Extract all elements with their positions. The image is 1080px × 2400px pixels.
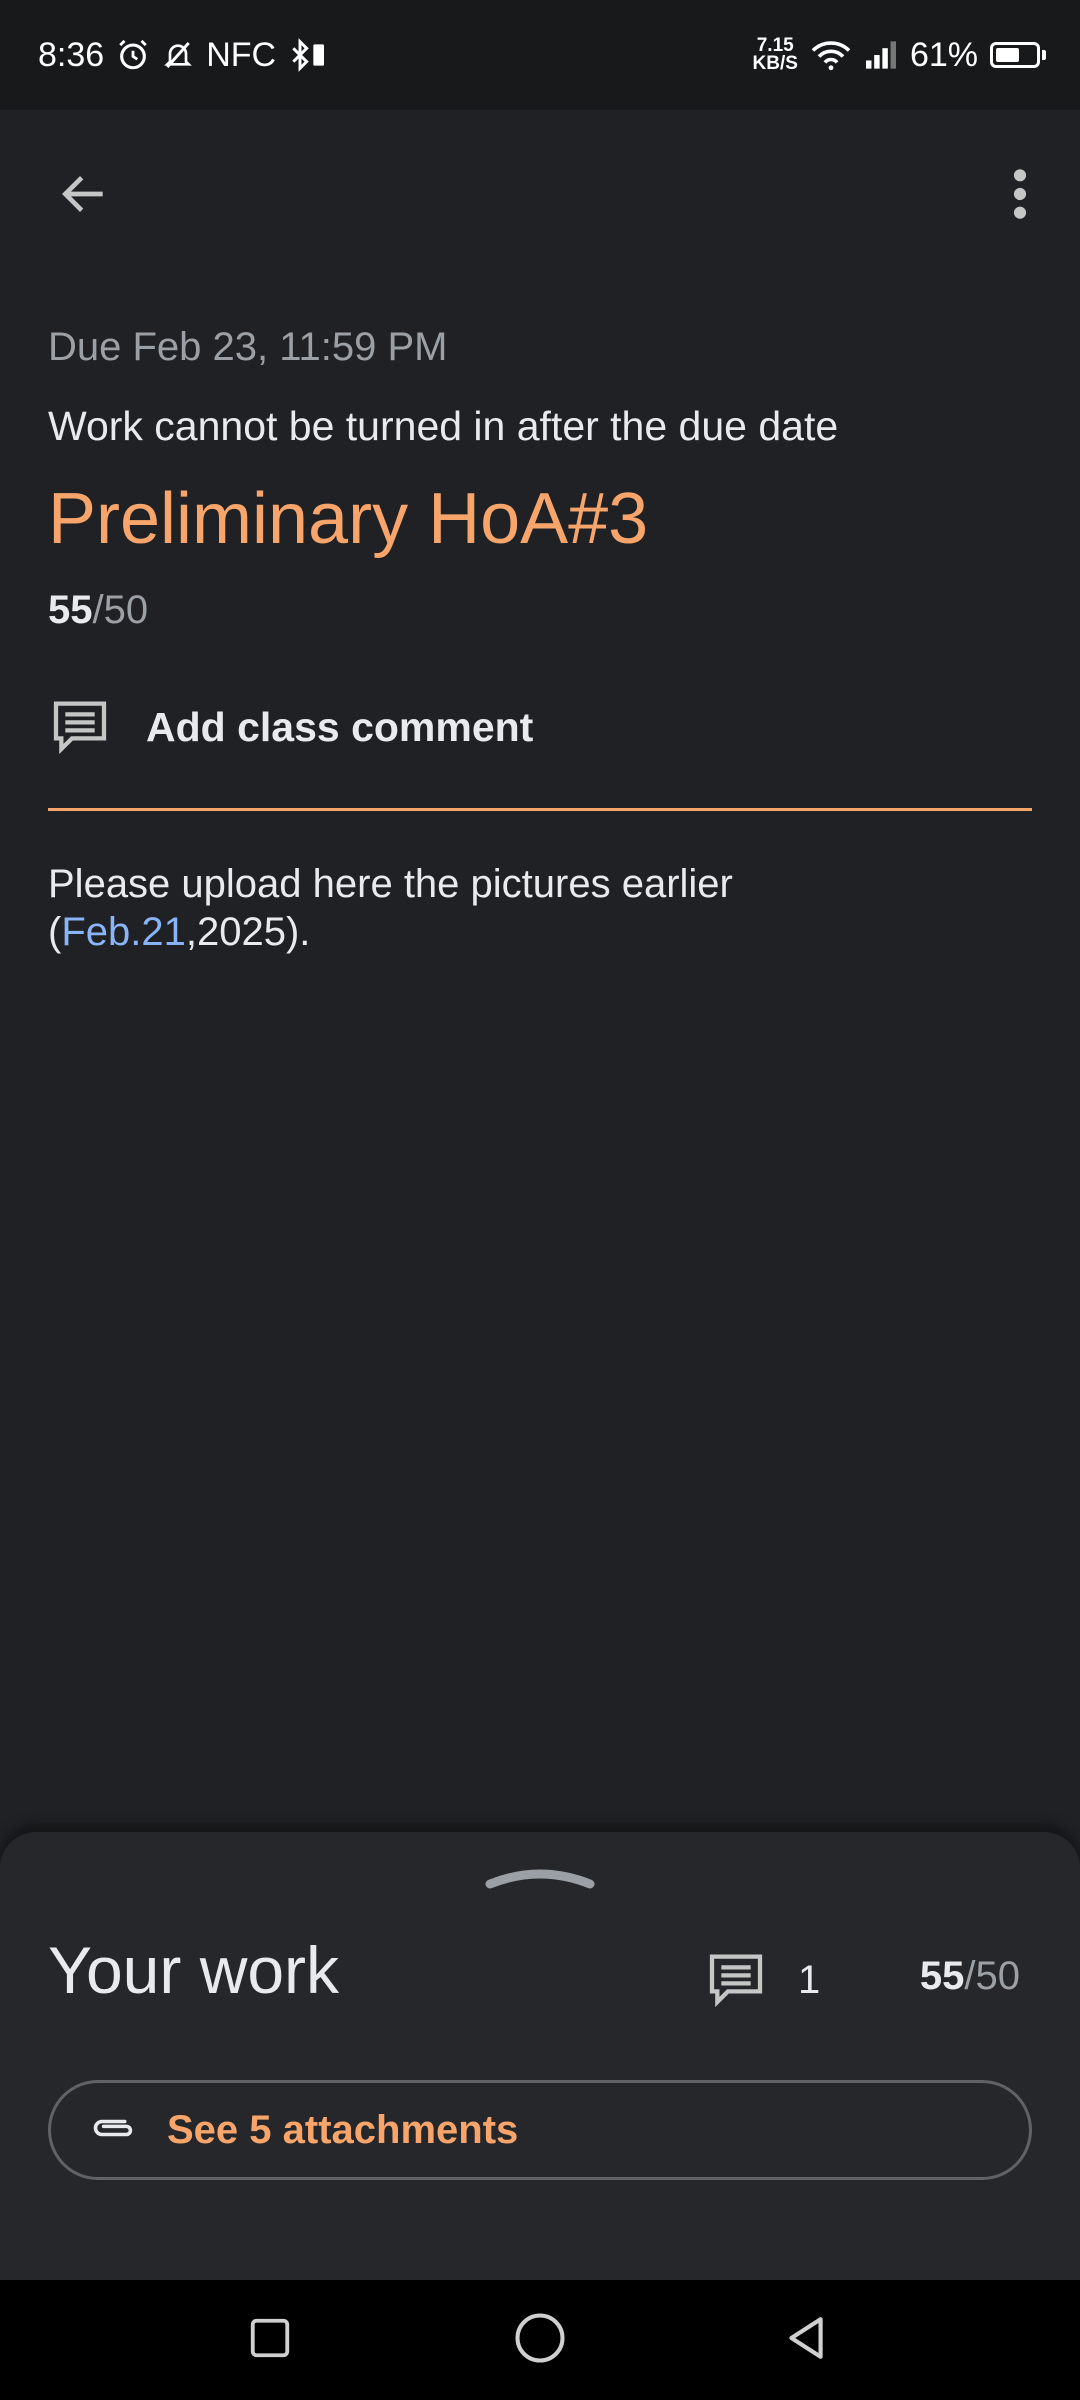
assignment-description: Please upload here the pictures earlier … [48, 860, 1008, 956]
bluetooth-icon [288, 38, 328, 72]
description-open: ( [48, 910, 62, 954]
status-bar-right: 7.15 KB/S 61% [753, 30, 1046, 80]
add-class-comment-button[interactable]: Add class comment [48, 690, 533, 764]
comment-count: 1 [798, 1957, 821, 2002]
back-arrow-icon [56, 166, 112, 227]
home-button[interactable] [510, 2310, 570, 2370]
your-work-title: Your work [48, 1933, 340, 2007]
points-total: /50 [92, 588, 149, 632]
battery-fill [996, 48, 1019, 62]
status-time: 8:36 [38, 35, 105, 74]
late-notice: Work cannot be turned in after the due d… [48, 403, 839, 449]
alarm-icon [116, 38, 150, 72]
status-bar: 8:36 NFC 7.15 KB/S 61% [0, 0, 1080, 110]
description-line1: Please upload here the pictures earlier [48, 862, 733, 906]
status-bar-left: 8:36 NFC [38, 30, 328, 80]
battery-percent: 61% [909, 35, 978, 74]
net-speed: 7.15 KB/S [752, 36, 798, 74]
attachment-icon [89, 2111, 141, 2150]
see-attachments-button[interactable]: See 5 attachments [48, 2080, 1032, 2180]
description-date-link[interactable]: Feb.21 [61, 910, 186, 954]
signal-icon [864, 40, 898, 70]
recents-button[interactable] [240, 2310, 300, 2370]
private-comments[interactable]: 1 [704, 1948, 820, 2012]
assignment-title: Preliminary HoA#3 [48, 479, 649, 559]
mute-icon [162, 38, 194, 72]
expand-handle-icon[interactable] [482, 1862, 598, 1892]
add-class-comment-label: Add class comment [146, 703, 534, 750]
points-total: /50 [964, 1954, 1020, 1998]
comment-icon [48, 693, 112, 762]
battery-icon [990, 42, 1046, 68]
more-options-button[interactable] [984, 160, 1056, 232]
points-earned: 55 [48, 588, 93, 632]
due-date: Due Feb 23, 11:59 PM [48, 325, 448, 369]
square-icon [247, 2315, 293, 2366]
description-close: ,2025). [185, 910, 311, 954]
nfc-label: NFC [206, 35, 277, 74]
circle-icon [513, 2311, 567, 2370]
net-speed-unit: KB/S [752, 53, 798, 74]
more-vert-icon [1010, 166, 1030, 227]
your-work-sheet[interactable]: Your work 1 55/50 See 5 attachments [0, 1832, 1080, 2280]
accent-divider [48, 808, 1032, 811]
triangle-back-icon [781, 2313, 831, 2368]
points-earned: 55 [919, 1954, 965, 1998]
assignment-points: 55/50 [48, 588, 148, 633]
back-button[interactable] [48, 160, 120, 232]
comment-icon [704, 1946, 768, 2015]
wifi-icon [810, 38, 852, 72]
system-nav-bar [0, 2280, 1080, 2400]
your-work-points: 55/50 [920, 1954, 1020, 1999]
back-nav-button[interactable] [776, 2310, 836, 2370]
see-attachments-label: See 5 attachments [167, 2107, 519, 2152]
